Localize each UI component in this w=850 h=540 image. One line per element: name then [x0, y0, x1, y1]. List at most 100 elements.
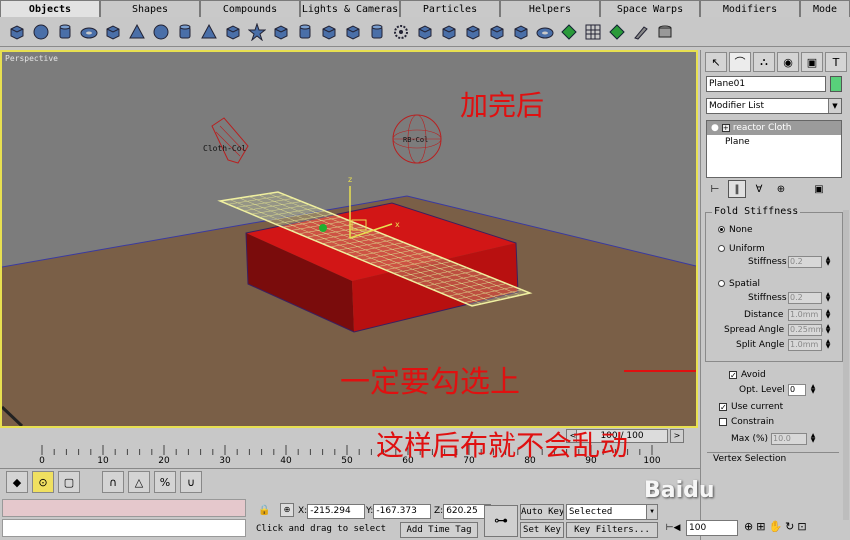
orbit-icon[interactable]: ↻ — [785, 520, 794, 533]
tab-space-warps[interactable]: Space Warps — [600, 0, 700, 17]
hedra-icon[interactable] — [248, 22, 266, 41]
ringwave-icon[interactable] — [536, 23, 554, 41]
spinner-arrows-icon[interactable]: ▲ ▼ — [824, 256, 832, 268]
perspective-viewport[interactable]: Perspective Cloth-Col RB-Col z x 加完后 一定要… — [0, 50, 698, 428]
zoom-all-icon[interactable]: ⊞ — [756, 520, 765, 533]
cylinder-icon[interactable] — [56, 23, 74, 41]
spinner-snap-icon[interactable]: ∪ — [180, 471, 202, 493]
opt-level-spinner[interactable]: 0 — [788, 384, 806, 396]
capsule-icon[interactable] — [368, 23, 386, 41]
maximize-icon[interactable]: ⊡ — [797, 520, 806, 533]
time-config-icon[interactable]: ⊢◀ — [664, 520, 682, 536]
x-coord-field[interactable]: -215.294 — [307, 503, 366, 519]
pin-stack-icon[interactable]: ⊢ — [706, 180, 724, 198]
split-angle-spinner[interactable]: 1.0mm — [788, 339, 822, 351]
select-object-icon[interactable]: ◆ — [6, 471, 28, 493]
geosphere-icon[interactable] — [152, 23, 170, 41]
plane-icon[interactable] — [224, 23, 242, 41]
uniform-stiffness-spinner[interactable]: 0.2 — [788, 256, 822, 268]
box-icon[interactable] — [8, 23, 26, 41]
vertex-selection-rollout[interactable]: Vertex Selection — [707, 452, 839, 464]
lock-icon[interactable]: 🔒 — [258, 505, 270, 516]
radio-none[interactable]: None — [718, 225, 752, 235]
expand-icon[interactable]: + — [721, 124, 730, 132]
extended-icon[interactable] — [608, 23, 626, 41]
make-unique-icon[interactable]: ∀ — [750, 180, 768, 198]
constrain-checkbox[interactable]: Constrain — [719, 417, 774, 427]
spinner-arrows-icon[interactable]: ▲ ▼ — [809, 433, 817, 445]
brush-icon[interactable] — [632, 23, 650, 41]
tab-particles[interactable]: Particles — [400, 0, 500, 17]
pyramid-icon[interactable] — [200, 23, 218, 41]
torus-icon[interactable] — [80, 23, 98, 41]
y-coord-field[interactable]: -167.373 — [373, 503, 432, 519]
current-frame-field[interactable]: 100 — [686, 520, 738, 536]
key-icon[interactable]: ⊶ — [484, 505, 518, 537]
modify-icon[interactable]: ⌒ — [729, 52, 751, 72]
object-name-field[interactable]: Plane01 — [706, 76, 826, 92]
spread-angle-spinner[interactable]: 0.25mm — [788, 324, 823, 336]
tab-shapes[interactable]: Shapes — [100, 0, 200, 17]
hose-icon[interactable] — [512, 23, 530, 41]
max-percent-spinner[interactable]: 10.0 — [771, 433, 807, 445]
spinner-arrows-icon[interactable]: ▲ ▼ — [824, 292, 832, 304]
chamferbox-icon[interactable] — [272, 23, 290, 41]
selection-lock-icon[interactable]: ⊙ — [32, 471, 54, 493]
modifier-list-dropdown[interactable]: Modifier List ▼ — [706, 98, 842, 114]
key-filters-button[interactable]: Key Filters... — [566, 522, 658, 538]
tab-helpers[interactable]: Helpers — [500, 0, 600, 17]
sphere-icon[interactable] — [32, 23, 50, 41]
use-current-checkbox[interactable]: ✓ Use current — [719, 402, 783, 412]
snap-3d-icon[interactable]: ∩ — [102, 471, 124, 493]
object-color-swatch[interactable] — [830, 76, 842, 92]
zoom-icon[interactable]: ⊕ — [744, 520, 753, 533]
remove-modifier-icon[interactable]: ⊕ — [772, 180, 790, 198]
utilities-icon[interactable]: T — [825, 52, 847, 72]
tab-compounds[interactable]: Compounds — [200, 0, 300, 17]
absolute-mode-icon[interactable]: ⊕ — [280, 503, 294, 517]
grid-icon[interactable] — [584, 23, 602, 41]
tab-lights-cameras[interactable]: Lights & Cameras — [300, 0, 400, 17]
percent-snap-icon[interactable]: % — [154, 471, 176, 493]
slider-next-button[interactable]: > — [670, 429, 684, 443]
spinner-arrows-icon[interactable]: ▲ ▼ — [824, 324, 832, 336]
cone-icon[interactable] — [128, 23, 146, 41]
motion-icon[interactable]: ◉ — [777, 52, 799, 72]
spindle-icon[interactable] — [320, 23, 338, 41]
selected-dropdown[interactable]: Selected ▼ — [566, 504, 658, 520]
stack-icon[interactable] — [656, 23, 674, 41]
gengon-icon[interactable] — [344, 23, 362, 41]
show-end-result-icon[interactable]: ‖ — [728, 180, 746, 198]
stack-item[interactable]: ● + reactor Cloth — [707, 121, 841, 135]
distance-spinner[interactable]: 1.0mm — [788, 309, 822, 321]
oiltank-icon[interactable] — [296, 23, 314, 41]
hierarchy-icon[interactable]: ⛬ — [753, 52, 775, 72]
gear-icon[interactable] — [392, 23, 410, 41]
spinner-arrows-icon[interactable]: ▲ ▼ — [824, 339, 832, 351]
pan-hand-icon[interactable]: ✋ — [768, 520, 782, 533]
maxscript-input-line[interactable] — [2, 519, 246, 537]
radio-uniform[interactable]: Uniform — [718, 244, 765, 254]
l-ext-icon[interactable] — [440, 23, 458, 41]
tube-icon[interactable] — [176, 23, 194, 41]
lightbulb-icon[interactable]: ● — [711, 121, 719, 135]
spinner-arrows-icon[interactable]: ▲ ▼ — [824, 309, 832, 321]
tab-mode[interactable]: Mode — [800, 0, 850, 17]
display-icon[interactable]: ▣ — [801, 52, 823, 72]
tab-objects[interactable]: Objects — [0, 0, 100, 17]
window-crossing-icon[interactable]: ▢ — [58, 471, 80, 493]
cloth-collision-object[interactable] — [211, 117, 249, 164]
angle-snap-icon[interactable]: △ — [128, 471, 150, 493]
tab-modifiers[interactable]: Modifiers — [700, 0, 800, 17]
torusknot-icon[interactable] — [416, 23, 434, 41]
configure-modifier-icon[interactable]: ▣ — [810, 180, 828, 198]
set-key-button[interactable]: Set Key — [520, 522, 564, 538]
prism-icon[interactable] — [488, 23, 506, 41]
spatial-stiffness-spinner[interactable]: 0.2 — [788, 292, 822, 304]
radio-spatial[interactable]: Spatial — [718, 279, 760, 289]
auto-key-button[interactable]: Auto Key — [520, 504, 564, 520]
teapot-icon[interactable] — [104, 23, 122, 41]
create-icon[interactable]: ↖ — [705, 52, 727, 72]
c-ext-icon[interactable] — [464, 23, 482, 41]
spinner-arrows-icon[interactable]: ▲ ▼ — [809, 384, 817, 396]
